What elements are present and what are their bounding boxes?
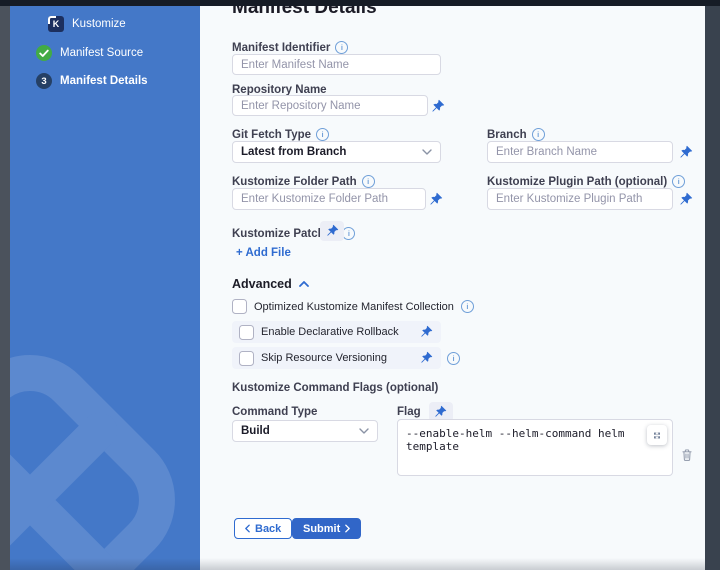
- git-fetch-type-label: Git Fetch Type i: [232, 128, 329, 141]
- info-icon[interactable]: i: [342, 227, 355, 240]
- skip-resource-versioning-row: Skip Resource Versioning: [232, 347, 441, 369]
- info-icon[interactable]: i: [316, 128, 329, 141]
- kustomize-icon: K: [48, 16, 64, 32]
- skip-resource-versioning-checkbox[interactable]: [239, 351, 254, 366]
- checkbox-label: Skip Resource Versioning: [261, 352, 387, 364]
- info-icon[interactable]: i: [447, 352, 460, 365]
- screen: Manifest Type K Kustomize Manifest Sourc…: [0, 0, 720, 570]
- manifest-identifier-label: Manifest Identifier i: [232, 41, 348, 54]
- info-icon[interactable]: i: [362, 175, 375, 188]
- back-button[interactable]: Back: [234, 518, 292, 539]
- sidebar-step-manifest-source[interactable]: Manifest Source: [36, 45, 143, 61]
- repository-name-input[interactable]: [232, 95, 428, 116]
- git-fetch-type-select[interactable]: Latest from Branch: [232, 141, 441, 163]
- optimized-kustomize-collection-checkbox[interactable]: [232, 299, 247, 314]
- step-label: Manifest Details: [60, 75, 148, 87]
- chevron-left-icon: [245, 524, 250, 533]
- manifest-details-panel: Manifest Details Manifest Identifier i R…: [200, 0, 705, 570]
- harness-logo-watermark: [10, 345, 185, 570]
- info-icon[interactable]: i: [672, 175, 685, 188]
- flag-label: Flag: [397, 406, 421, 418]
- wizard-sidebar: Manifest Type K Kustomize Manifest Sourc…: [10, 0, 200, 570]
- pin-icon[interactable]: [420, 325, 434, 339]
- checkbox-label: Enable Declarative Rollback: [261, 326, 399, 338]
- flag-value-box: --enable-helm --helm-command helm templa…: [397, 419, 673, 476]
- enable-declarative-rollback-row: Enable Declarative Rollback: [232, 321, 441, 343]
- pin-icon[interactable]: [431, 99, 445, 113]
- kustomize-folder-path-input[interactable]: [232, 188, 426, 210]
- command-type-select[interactable]: Build: [232, 420, 378, 442]
- optimized-kustomize-collection-option: Optimized Kustomize Manifest Collection …: [232, 299, 474, 314]
- top-dark-bar: [0, 0, 720, 6]
- checkbox-label: Optimized Kustomize Manifest Collection: [254, 301, 454, 313]
- manifest-identifier-input[interactable]: [232, 54, 441, 75]
- kustomize-patches-pin-button[interactable]: [320, 221, 344, 241]
- right-page-edge: [705, 0, 720, 570]
- pin-icon[interactable]: [429, 192, 443, 206]
- sidebar-step-kustomize[interactable]: K Kustomize: [48, 16, 126, 32]
- pin-icon[interactable]: [679, 145, 693, 159]
- delete-flag-button[interactable]: [681, 448, 693, 462]
- git-fetch-type-value: Latest from Branch: [241, 146, 346, 158]
- submit-button[interactable]: Submit: [292, 518, 361, 539]
- pin-icon: [434, 405, 447, 419]
- add-file-button[interactable]: + Add File: [236, 247, 291, 259]
- step-label: Manifest Source: [60, 47, 143, 59]
- branch-label: Branch i: [487, 128, 545, 141]
- command-type-value: Build: [241, 425, 270, 437]
- info-icon[interactable]: i: [335, 41, 348, 54]
- kustomize-plugin-path-label: Kustomize Plugin Path (optional) i: [487, 175, 685, 188]
- check-circle-icon: [36, 45, 52, 61]
- chevron-down-icon: [359, 428, 369, 434]
- info-icon[interactable]: i: [461, 300, 474, 313]
- pin-icon[interactable]: [420, 351, 434, 365]
- chevron-up-icon: [299, 281, 309, 287]
- flag-textarea[interactable]: --enable-helm --helm-command helm templa…: [398, 420, 672, 475]
- chevron-down-icon: [422, 149, 432, 155]
- pin-icon[interactable]: [679, 192, 693, 206]
- pin-icon: [326, 224, 339, 238]
- step-number-badge: 3: [36, 73, 52, 89]
- chevron-right-icon: [345, 524, 350, 533]
- kustomize-folder-path-label: Kustomize Folder Path i: [232, 175, 375, 188]
- command-type-label: Command Type: [232, 406, 317, 418]
- sidebar-step-manifest-details[interactable]: 3 Manifest Details: [36, 73, 148, 89]
- advanced-section-toggle[interactable]: Advanced: [232, 277, 309, 291]
- left-page-edge: [0, 0, 10, 570]
- branch-input[interactable]: [487, 141, 673, 163]
- step-label: Kustomize: [72, 18, 126, 30]
- info-icon[interactable]: i: [532, 128, 545, 141]
- kustomize-command-flags-label: Kustomize Command Flags (optional): [232, 382, 438, 394]
- kustomize-plugin-path-input[interactable]: [487, 188, 673, 210]
- enable-declarative-rollback-checkbox[interactable]: [239, 325, 254, 340]
- expand-icon[interactable]: [647, 425, 667, 445]
- trash-icon: [681, 448, 693, 462]
